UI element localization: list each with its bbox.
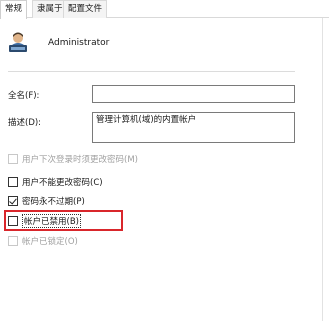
must-change-password-label: 用户下次登录时须更改密码(M) — [22, 155, 138, 165]
fullname-input[interactable] — [92, 85, 295, 103]
password-never-expires-label: 密码永不过期(P) — [22, 197, 85, 207]
panel-edge — [322, 18, 323, 321]
cannot-change-password-option[interactable]: 用户不能更改密码(C) — [8, 176, 103, 188]
password-never-expires-option[interactable]: 密码永不过期(P) — [8, 195, 85, 207]
must-change-password-checkbox — [8, 154, 18, 164]
account-locked-checkbox — [8, 236, 18, 246]
password-never-expires-checkbox[interactable] — [8, 196, 18, 206]
description-label: 描述(D): — [8, 118, 42, 128]
separator — [8, 71, 295, 72]
tab-general[interactable]: 常规 — [0, 0, 28, 19]
tab-profile[interactable]: 配置文件 — [63, 0, 108, 18]
account-locked-option: 帐户已锁定(O) — [8, 235, 78, 247]
highlight-annotation — [4, 210, 123, 231]
description-input[interactable]: 管理计算机(域)的内置帐户 — [92, 112, 295, 143]
user-account-icon — [9, 32, 27, 52]
account-locked-label: 帐户已锁定(O) — [22, 237, 78, 247]
cannot-change-password-label: 用户不能更改密码(C) — [22, 178, 103, 188]
cannot-change-password-checkbox[interactable] — [8, 177, 18, 187]
fullname-label: 全名(F): — [8, 91, 40, 101]
must-change-password-option: 用户下次登录时须更改密码(M) — [8, 153, 138, 165]
tab-strip: 常规 隶属于 配置文件 — [0, 0, 329, 19]
user-name: Administrator — [48, 38, 110, 48]
